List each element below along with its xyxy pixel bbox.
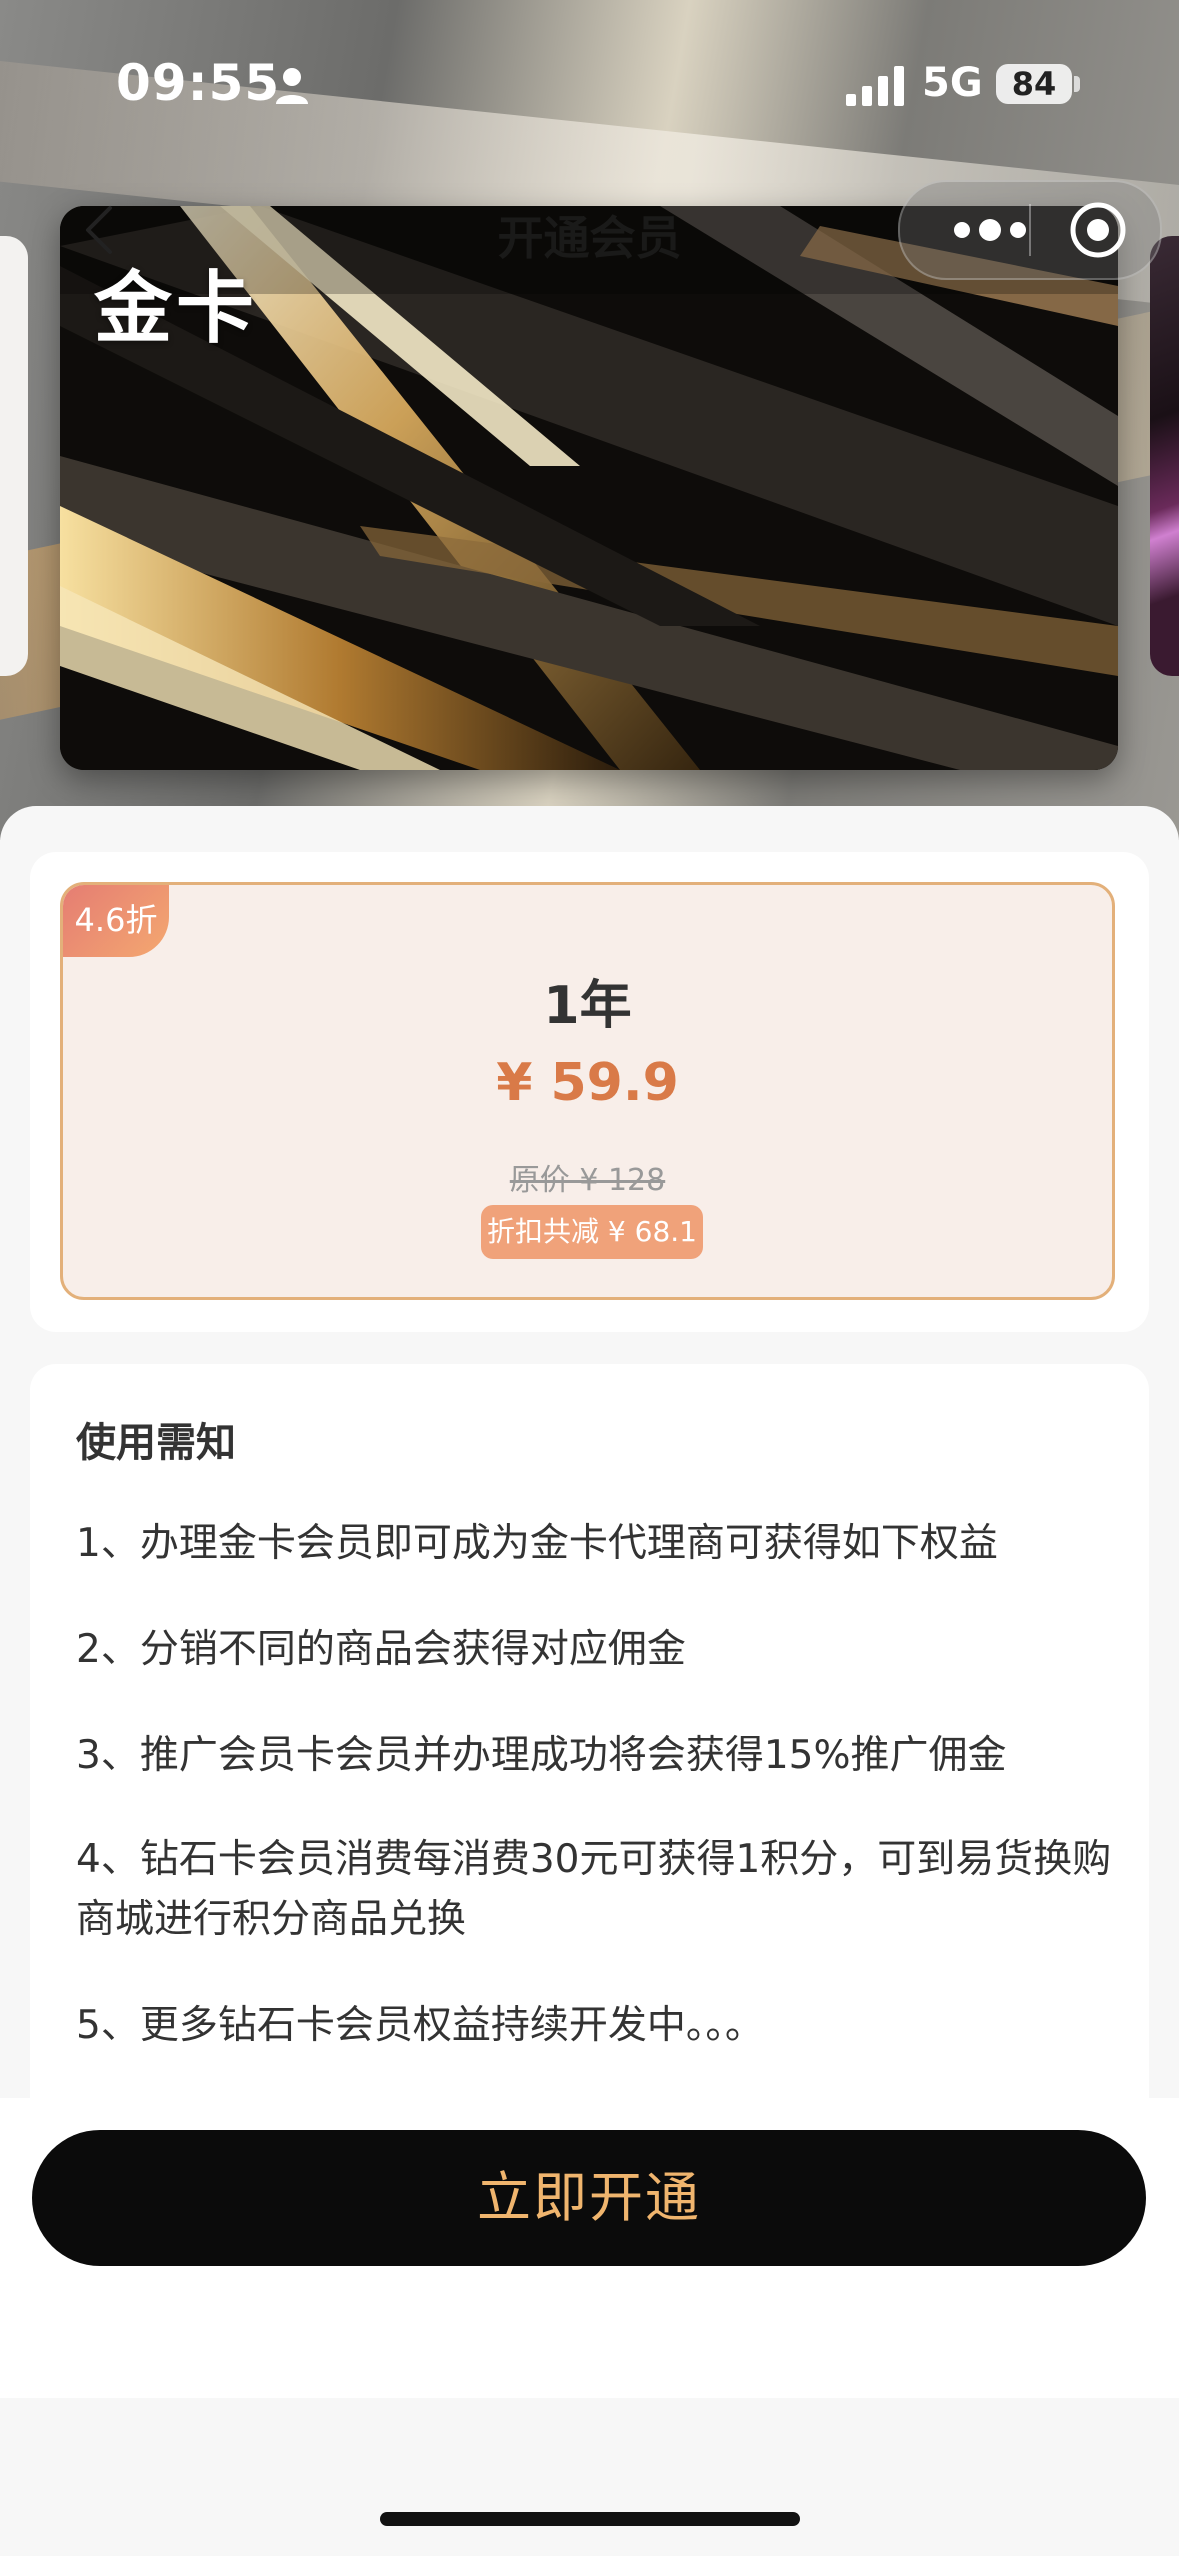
plan-option-card[interactable]: 4.6折 1年 ¥ 59.9 原价 ¥ 128 折扣共减 ¥ 68.1 xyxy=(60,882,1115,1300)
notice-item: 2、分销不同的商品会获得对应佣金 xyxy=(76,1627,686,1672)
more-icon[interactable] xyxy=(940,206,1040,254)
plan-price: ¥ 59.9 xyxy=(496,1053,679,1113)
notice-item: 3、推广会员卡会员并办理成功将会获得15%推广佣金 xyxy=(76,1733,1007,1778)
battery-icon: 84 xyxy=(996,64,1072,104)
notice-title: 使用需知 xyxy=(76,1420,236,1466)
previous-card-peek[interactable] xyxy=(0,236,28,676)
notice-item: 1、办理金卡会员即可成为金卡代理商可获得如下权益 xyxy=(76,1521,998,1566)
network-type: 5G xyxy=(922,60,983,106)
activate-now-button[interactable]: 立即开通 xyxy=(32,2130,1146,2266)
capsule-divider xyxy=(1029,204,1031,256)
saving-badge: 折扣共减 ¥ 68.1 xyxy=(481,1205,703,1259)
battery-tip xyxy=(1074,76,1080,92)
plan-duration: 1年 xyxy=(543,976,632,1036)
signal-icon xyxy=(846,66,904,106)
person-icon xyxy=(276,68,308,104)
notice-item: 4、钻石卡会员消费每消费30元可获得1积分，可到易货换购商城进行积分商品兑换 xyxy=(76,1837,1112,1942)
next-card-peek[interactable] xyxy=(1150,236,1179,676)
close-target-icon[interactable] xyxy=(1068,200,1128,260)
original-price: 原价 ¥ 128 xyxy=(509,1163,666,1198)
notice-item: 5、更多钻石卡会员权益持续开发中。。。 xyxy=(76,2003,764,2048)
home-indicator xyxy=(380,2512,800,2526)
gold-card-banner[interactable]: 金卡 xyxy=(60,206,1118,770)
status-time: 09:55 xyxy=(116,54,281,112)
miniprogram-capsule xyxy=(898,180,1162,280)
status-bar: 09:55 5G 84 xyxy=(0,0,1179,150)
discount-badge: 4.6折 xyxy=(63,885,169,957)
